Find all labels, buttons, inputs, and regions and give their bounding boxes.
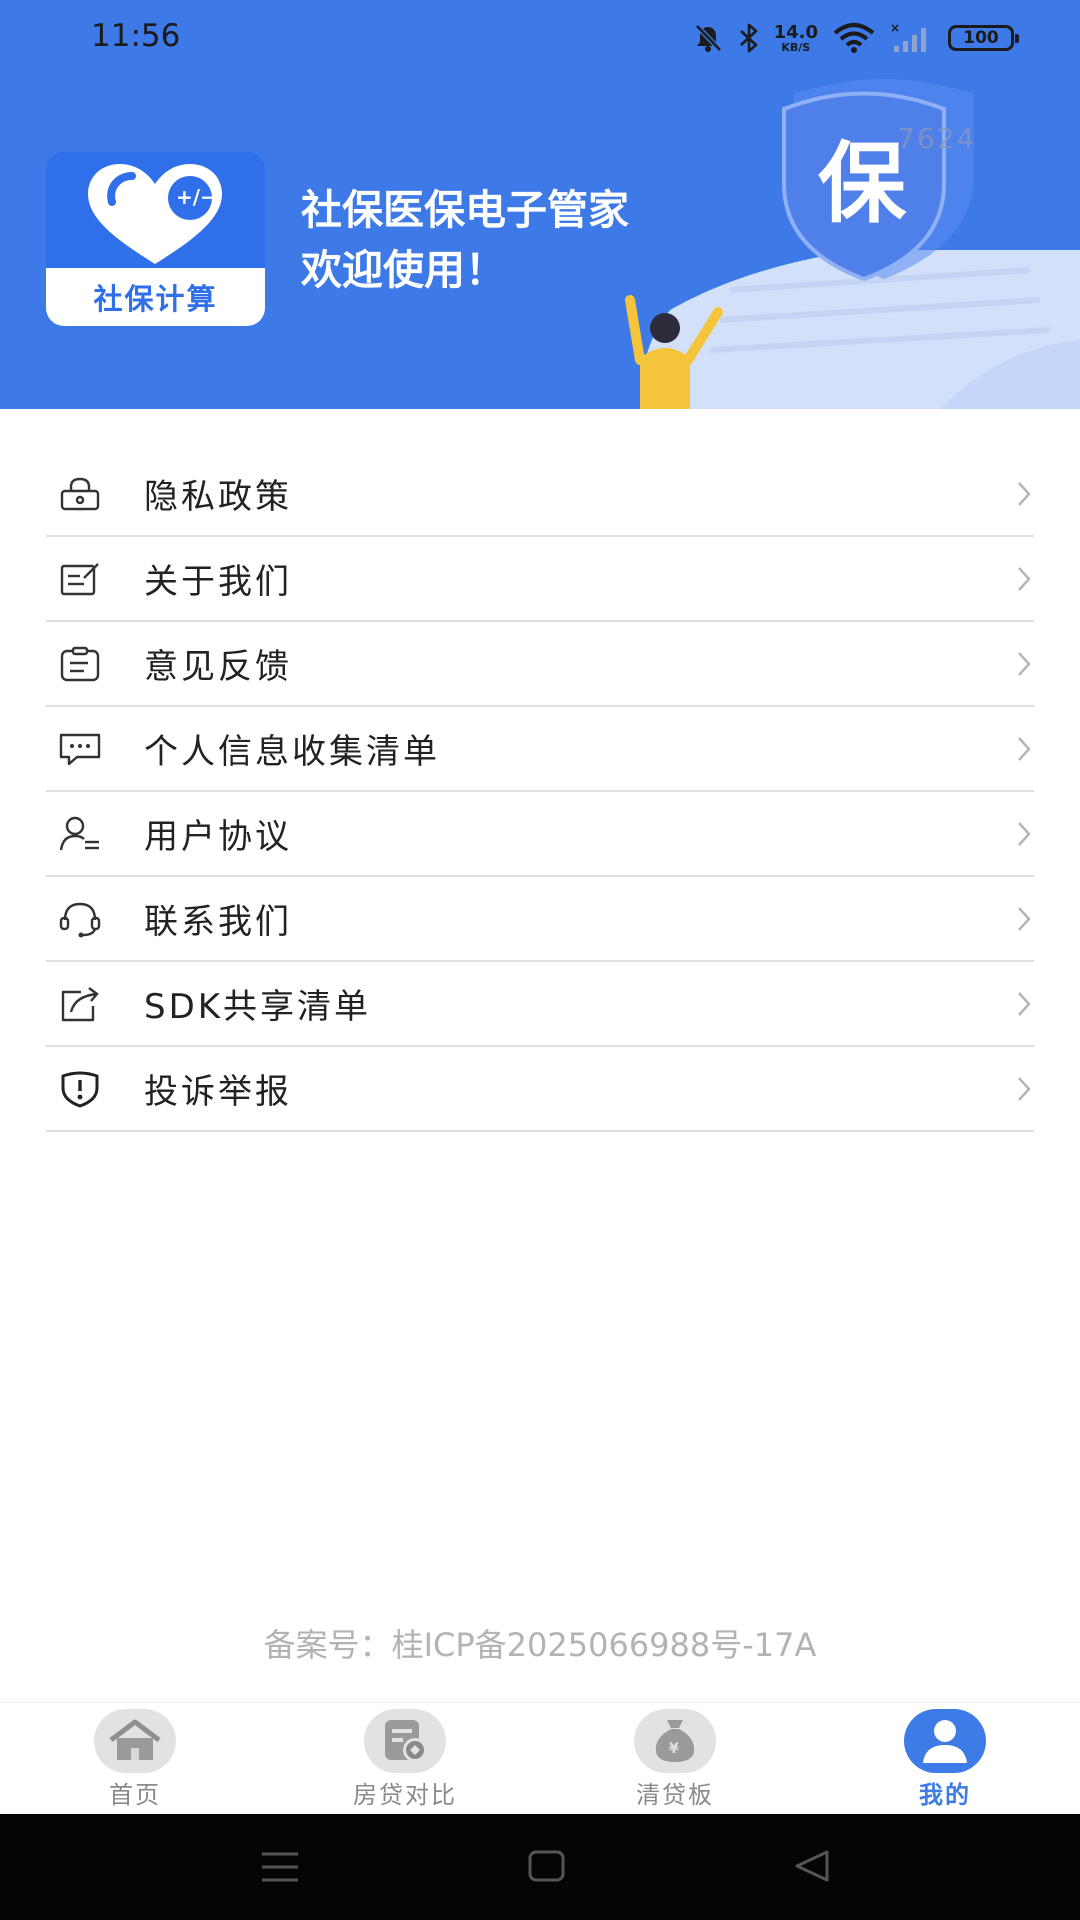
svg-text:+/−: +/− (176, 185, 217, 209)
lock-icon (58, 472, 102, 516)
menu-item-personal-info-list[interactable]: 个人信息收集清单 (46, 707, 1034, 792)
menu-item-sdk-list[interactable]: SDK共享清单 (46, 962, 1034, 1047)
svg-text:¥: ¥ (669, 1741, 679, 1757)
net-speed-unit: KB/S (781, 40, 811, 54)
status-icons: 14.0 KB/S × 100 (692, 20, 1019, 56)
svg-text:×: × (890, 22, 900, 35)
chevron-right-icon (1016, 735, 1032, 767)
back-icon[interactable] (793, 1848, 833, 1884)
clipboard-icon (58, 642, 102, 686)
menu-item-label: SDK共享清单 (144, 987, 372, 1027)
menu-item-label: 投诉举报 (144, 1072, 292, 1112)
edit-note-icon (58, 557, 102, 601)
menu-item-feedback[interactable]: 意见反馈 (46, 622, 1034, 707)
chevron-right-icon (1016, 1075, 1032, 1107)
home-icon (94, 1709, 176, 1773)
menu-icon[interactable] (260, 1850, 300, 1884)
menu-item-about-us[interactable]: 关于我们 (46, 537, 1034, 622)
bottom-tab-bar: 首页 房贷对比 ¥ 清贷板 我的 (0, 1702, 1080, 1814)
app-logo: +/− 社保计算 (46, 152, 265, 326)
menu-item-label: 意见反馈 (144, 647, 292, 687)
chevron-right-icon (1016, 820, 1032, 852)
headset-icon (58, 897, 102, 941)
loan-compare-icon (364, 1709, 446, 1773)
net-speed: 14.0 KB/S (773, 21, 818, 54)
chevron-right-icon (1016, 480, 1032, 512)
home-square-icon[interactable] (527, 1848, 567, 1884)
chevron-right-icon (1016, 650, 1032, 682)
user-icon (904, 1709, 986, 1773)
menu-item-contact-us[interactable]: 联系我们 (46, 877, 1034, 962)
logo-text: 社保计算 (46, 268, 265, 326)
welcome-line-1: 社保医保电子管家 (301, 186, 629, 234)
menu-item-label: 联系我们 (144, 902, 292, 942)
menu-item-label: 隐私政策 (144, 477, 292, 517)
tab-label: 清贷板 (636, 1781, 714, 1809)
heart-calculator-icon: +/− (88, 164, 222, 264)
welcome-text: 社保医保电子管家 欢迎使用！ (301, 180, 629, 300)
share-icon (58, 982, 102, 1026)
tab-mine[interactable]: 我的 (855, 1709, 1035, 1813)
menu-item-complaint-report[interactable]: 投诉举报 (46, 1047, 1034, 1132)
menu-item-label: 个人信息收集清单 (144, 732, 440, 772)
menu-item-label: 关于我们 (144, 562, 292, 602)
bluetooth-icon (738, 22, 760, 54)
tab-label: 房贷对比 (353, 1781, 457, 1809)
net-speed-value: 14.0 (773, 21, 818, 43)
money-bag-icon: ¥ (634, 1709, 716, 1773)
tab-label: 首页 (109, 1781, 161, 1809)
settings-menu: 隐私政策 关于我们 意见反馈 个人信息收集清单 用户协议 联系我们 SDK共享清… (46, 452, 1034, 1132)
menu-item-user-agreement[interactable]: 用户协议 (46, 792, 1034, 877)
wifi-icon (832, 22, 876, 54)
tab-clear-loan[interactable]: ¥ 清贷板 (585, 1709, 765, 1813)
header-banner: 11:56 14.0 KB/S × 100 +/− 社保计算 社保医保电子管家 … (0, 0, 1080, 409)
tab-loan-compare[interactable]: 房贷对比 (315, 1709, 495, 1813)
chevron-right-icon (1016, 565, 1032, 597)
welcome-line-2: 欢迎使用！ (301, 246, 506, 294)
mute-bell-icon (692, 22, 724, 54)
chat-bubble-icon (58, 727, 102, 771)
battery-indicator: 100 (948, 25, 1019, 51)
shield-badge-icon: 保 (782, 79, 974, 282)
shield-alert-icon (58, 1067, 102, 1111)
icp-record: 备案号：桂ICP备2025066988号-17A (263, 1626, 817, 1664)
signal-icon: × (890, 22, 934, 54)
badge-char: 保 (818, 132, 907, 235)
tab-label: 我的 (919, 1781, 971, 1809)
tab-home[interactable]: 首页 (45, 1709, 225, 1813)
user-list-icon (58, 812, 102, 856)
chevron-right-icon (1016, 905, 1032, 937)
status-time: 11:56 (91, 18, 181, 54)
menu-item-label: 用户协议 (144, 817, 292, 857)
system-nav-bar (0, 1814, 1080, 1920)
chevron-right-icon (1016, 990, 1032, 1022)
version-watermark: 7624 (897, 122, 977, 155)
menu-item-privacy-policy[interactable]: 隐私政策 (46, 452, 1034, 537)
